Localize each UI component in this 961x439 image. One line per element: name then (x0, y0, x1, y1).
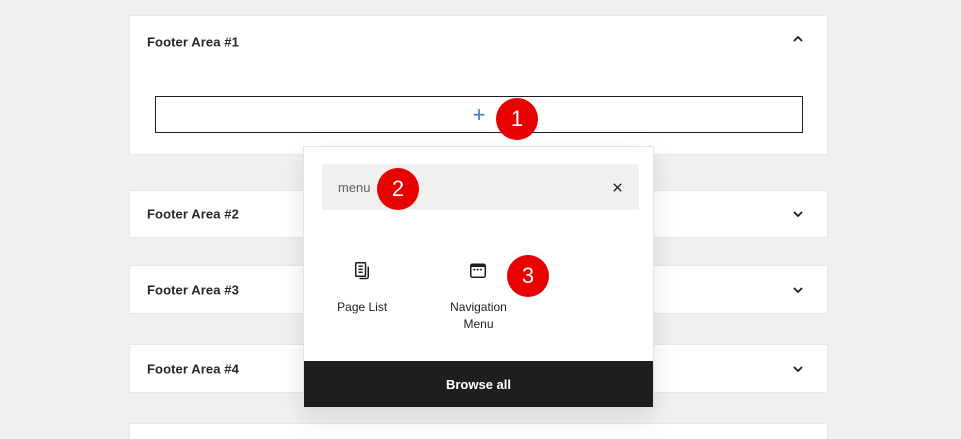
annotation-badge-2: 2 (377, 168, 419, 210)
browse-all-button[interactable]: Browse all (304, 361, 653, 407)
chevron-down-icon (790, 206, 806, 222)
block-search-input[interactable] (322, 179, 605, 195)
chevron-down-icon (790, 361, 806, 377)
panel-title: Footer Area #2 (147, 206, 239, 222)
expand-panel-button[interactable] (789, 360, 807, 378)
clear-search-button[interactable] (605, 175, 629, 199)
expand-panel-button[interactable] (789, 281, 807, 299)
widget-panel-partial (129, 423, 828, 439)
panel-title: Footer Area #3 (147, 282, 239, 297)
close-icon (610, 180, 625, 195)
block-label: Navigation Menu (450, 300, 507, 332)
widget-panel-footer-area-1: Footer Area #1 + (129, 15, 828, 155)
widgets-editor-screen: Footer Area #1 + Footer Area #2 Footer A… (0, 0, 961, 439)
block-label: Page List (337, 300, 388, 314)
block-search-box (322, 164, 639, 210)
panel-title: Footer Area #4 (147, 361, 239, 376)
page-list-icon (350, 259, 374, 283)
chevron-down-icon (790, 282, 806, 298)
block-result-empty-slot (537, 259, 653, 334)
block-inserter-popup: Page List Navigation Menu Browse all (303, 146, 654, 408)
navigation-menu-icon (466, 259, 490, 283)
block-results-list: Page List Navigation Menu (304, 259, 653, 334)
expand-panel-button[interactable] (789, 205, 807, 223)
block-result-page-list[interactable]: Page List (304, 259, 420, 334)
panel-title: Footer Area #1 (147, 34, 239, 50)
plus-icon: + (472, 101, 486, 127)
annotation-badge-1: 1 (496, 98, 538, 140)
collapse-panel-button[interactable] (789, 30, 807, 48)
add-block-appender[interactable]: + (155, 96, 803, 133)
annotation-badge-3: 3 (507, 255, 549, 297)
chevron-up-icon (790, 31, 806, 47)
